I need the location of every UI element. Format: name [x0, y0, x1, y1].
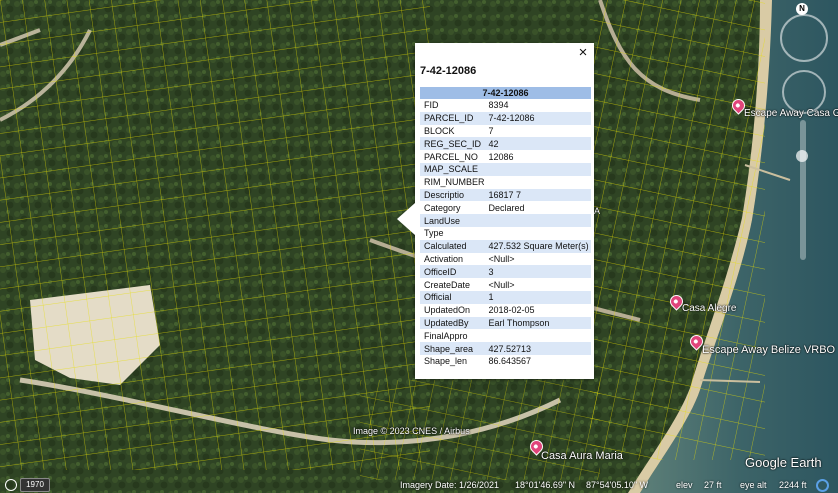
table-row: Category Declared — [420, 201, 591, 214]
parcel-info-popup: × 7-42-12086 7-42-12086 FID 8394 PARCEL_I… — [397, 43, 594, 379]
attr-key: FID — [424, 100, 439, 111]
attr-value — [485, 329, 591, 342]
attr-key: UpdatedOn — [424, 305, 471, 316]
stray-map-label: A — [594, 206, 601, 216]
table-row: FID 8394 — [420, 99, 591, 112]
table-row: REG_SEC_ID 42 — [420, 137, 591, 151]
longitude-readout: 87°54'05.10" W — [586, 480, 649, 490]
attr-key: CreateDate — [424, 279, 471, 290]
historical-year-badge[interactable]: 1970 — [20, 478, 50, 492]
status-bar: 1970 Imagery Date: 1/26/2021 18°01'46.69… — [0, 477, 838, 493]
attr-value: 12086 — [488, 151, 514, 162]
table-row: Type — [420, 227, 591, 240]
table-row: Calculated 427.532 Square Meter(s) — [420, 239, 591, 253]
attr-key: RIM_NUMBER — [424, 177, 485, 188]
attr-value: <Null> — [488, 253, 515, 264]
eye-alt-value: 2244 ft — [779, 480, 807, 490]
table-row: LandUse — [420, 214, 591, 227]
table-row: BLOCK 7 — [420, 125, 591, 138]
imagery-attribution: Image © 2023 CNES / Airbus — [353, 426, 470, 436]
attr-value: 42 — [484, 137, 591, 151]
attr-key: FinalAppro — [424, 330, 468, 341]
attr-key: Activation — [424, 253, 464, 264]
attr-value — [485, 227, 591, 240]
attr-value: 1 — [484, 290, 591, 304]
attr-value: Declared — [488, 202, 525, 213]
attr-value — [484, 214, 591, 227]
google-earth-logo: Google Earth — [745, 455, 822, 470]
elevation-label: elev — [676, 480, 693, 490]
table-row: UpdatedBy Earl Thompson — [420, 316, 591, 330]
attr-key: Calculated — [420, 239, 485, 253]
eye-alt-label: eye alt — [740, 480, 767, 490]
elevation-value: 27 ft — [704, 480, 722, 490]
attribute-table: 7-42-12086 FID 8394 PARCEL_ID 7-42-12086 B… — [420, 87, 591, 368]
attr-key: Category — [424, 202, 461, 213]
attr-key: REG_SEC_ID — [420, 137, 485, 151]
attr-key: OfficeID — [420, 265, 485, 279]
table-row: Official 1 — [420, 290, 591, 304]
table-row: Descriptio 16817 7 — [420, 188, 591, 202]
table-row: CreateDate <Null> — [420, 278, 591, 291]
table-row: RIM_NUMBER — [420, 176, 591, 189]
place-label[interactable]: Casa Aura Maria — [541, 450, 623, 462]
streaming-indicator-icon — [816, 479, 829, 492]
attr-value: 16817 7 — [484, 188, 591, 202]
attr-value — [485, 176, 591, 189]
attr-value: <Null> — [488, 279, 515, 290]
attr-key: MAP_SCALE — [420, 162, 485, 176]
latitude-readout: 18°01'46.69" N — [515, 480, 576, 490]
attr-key: Shape_len — [424, 356, 468, 367]
historical-imagery-icon[interactable] — [5, 479, 17, 491]
attr-value: 7-42-12086 — [484, 111, 591, 125]
attr-key: Descriptio — [420, 188, 485, 202]
attr-value: 8394 — [488, 100, 509, 111]
attr-value: Earl Thompson — [484, 316, 591, 330]
attr-value: 86.643567 — [488, 356, 532, 367]
table-row: Activation <Null> — [420, 253, 591, 266]
place-label[interactable]: Casa Alegre — [682, 303, 736, 314]
attr-key: Type — [424, 228, 444, 239]
table-row: UpdatedOn 2018-02-05 — [420, 304, 591, 317]
place-label[interactable]: Escape Away Casa Gra — [744, 108, 838, 119]
table-row: Shape_len 86.643567 — [420, 355, 591, 368]
zoom-slider-icon[interactable] — [796, 150, 808, 162]
look-control-ring[interactable] — [780, 14, 828, 62]
attr-value: 427.532 Square Meter(s) — [484, 239, 591, 253]
attr-key: Shape_area — [420, 342, 485, 355]
attr-key: Official — [420, 290, 485, 304]
attr-key: PARCEL_ID — [420, 111, 485, 125]
table-row: FinalAppro — [420, 329, 591, 342]
attr-value: 427.52713 — [484, 342, 591, 355]
attr-key: PARCEL_NO — [424, 151, 478, 162]
attr-value: 2018-02-05 — [488, 305, 535, 316]
place-label[interactable]: Escape Away Belize VRBO — [702, 344, 835, 356]
table-row: PARCEL_NO 12086 — [420, 150, 591, 163]
compass-icon[interactable]: N — [796, 3, 808, 15]
attr-key: UpdatedBy — [420, 316, 485, 330]
table-row: Shape_area 427.52713 — [420, 342, 591, 355]
close-icon[interactable]: × — [576, 45, 590, 60]
table-row: OfficeID 3 — [420, 265, 591, 279]
attr-key: BLOCK — [424, 125, 455, 136]
popup-title: 7-42-12086 — [420, 65, 477, 77]
imagery-date: Imagery Date: 1/26/2021 — [400, 480, 500, 490]
attr-value — [484, 162, 591, 176]
table-header: 7-42-12086 — [420, 87, 591, 99]
table-row: PARCEL_ID 7-42-12086 — [420, 111, 591, 125]
table-row: MAP_SCALE — [420, 162, 591, 176]
attr-value: 7 — [488, 125, 494, 136]
attr-key: LandUse — [420, 214, 485, 227]
attr-value: 3 — [484, 265, 591, 279]
